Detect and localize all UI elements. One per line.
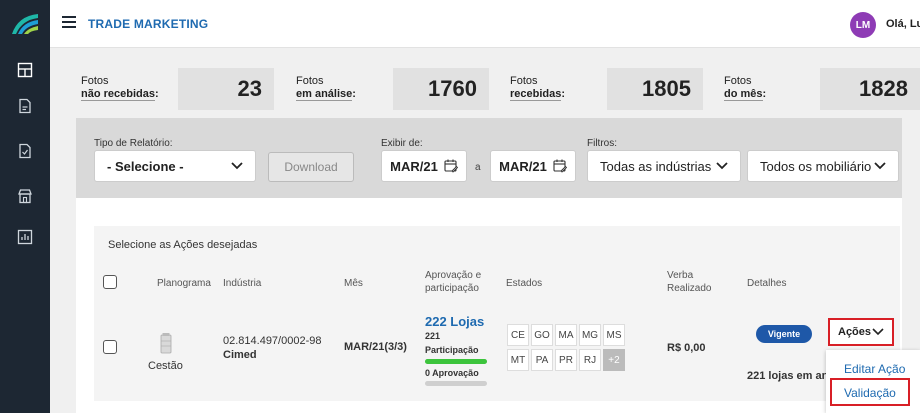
chevron-down-icon bbox=[874, 162, 886, 170]
state-chip: MG bbox=[579, 324, 601, 346]
chevron-down-icon bbox=[231, 162, 243, 170]
state-chip: GO bbox=[531, 324, 553, 346]
stat-value-nao-recebidas: 23 bbox=[178, 68, 274, 110]
user-greeting[interactable]: Olá, Lu bbox=[886, 18, 920, 30]
industry-select[interactable]: Todas as indústrias bbox=[587, 150, 741, 182]
report-type-value: - Selecione - bbox=[107, 158, 184, 174]
header-estados: Estados bbox=[506, 278, 543, 289]
state-chip: MA bbox=[555, 324, 577, 346]
document-nav-icon[interactable] bbox=[0, 91, 50, 121]
store-display-icon bbox=[160, 333, 172, 354]
state-chip: MS bbox=[603, 324, 625, 346]
header-verba: Verba Realizado bbox=[667, 270, 712, 294]
participacao-progress-fill bbox=[425, 359, 487, 364]
stat-value-em-analise: 1760 bbox=[393, 68, 489, 110]
industry-value: Todas as indústrias bbox=[600, 158, 712, 174]
menu-item-editar-acao[interactable]: Editar Ação bbox=[844, 362, 905, 376]
report-type-label: Tipo de Relatório: bbox=[94, 138, 173, 149]
top-header: TRADE MARKETING LM Olá, Lu bbox=[50, 0, 920, 48]
furniture-value: Todos os mobiliário bbox=[760, 158, 872, 174]
stat-label-do-mes: Fotos do mês: bbox=[724, 75, 767, 101]
download-button[interactable]: Download bbox=[268, 152, 354, 182]
state-chip: RJ bbox=[579, 349, 601, 371]
header-mes: Mês bbox=[344, 278, 363, 289]
aprovacao-progress-track bbox=[425, 381, 487, 386]
row-industria-nome: Cimed bbox=[223, 349, 257, 361]
row-lojas-link[interactable]: 222 Lojas bbox=[425, 314, 484, 329]
validacao-highlight bbox=[830, 378, 910, 406]
select-all-checkbox[interactable] bbox=[103, 275, 117, 289]
row-aprovacao-label: 0 Aprovação bbox=[425, 368, 479, 378]
date-from-value: MAR/21 bbox=[390, 158, 438, 174]
state-chip: CE bbox=[507, 324, 529, 346]
row-verba: R$ 0,00 bbox=[667, 342, 706, 354]
app-title: TRADE MARKETING bbox=[88, 17, 209, 31]
stat-label-em-analise: Fotos em análise: bbox=[296, 75, 356, 101]
state-chip: PR bbox=[555, 349, 577, 371]
chevron-down-icon bbox=[716, 162, 728, 170]
table-title: Selecione as Ações desejadas bbox=[108, 239, 258, 251]
date-to-picker[interactable]: MAR/21 bbox=[490, 150, 576, 182]
actions-dropdown-button[interactable]: Ações bbox=[828, 318, 894, 346]
stat-label-nao-recebidas: Fotos não recebidas: bbox=[81, 75, 159, 101]
row-mes: MAR/21(3/3) bbox=[344, 341, 407, 353]
avatar[interactable]: LM bbox=[850, 12, 876, 38]
actions-label: Ações bbox=[838, 326, 872, 338]
date-from-picker[interactable]: MAR/21 bbox=[381, 150, 467, 182]
filters-label: Filtros: bbox=[587, 138, 617, 149]
store-nav-icon[interactable] bbox=[0, 181, 50, 211]
sidebar bbox=[0, 0, 50, 413]
stat-value-recebidas: 1805 bbox=[607, 68, 703, 110]
chart-nav-icon[interactable] bbox=[0, 222, 50, 252]
header-industria: Indústria bbox=[223, 278, 262, 289]
menu-icon[interactable] bbox=[62, 16, 76, 28]
date-separator: a bbox=[475, 162, 481, 173]
report-nav-icon[interactable] bbox=[0, 136, 50, 166]
header-detalhes: Detalhes bbox=[747, 278, 787, 289]
header-planograma: Planograma bbox=[157, 278, 211, 289]
chevron-down-icon bbox=[872, 328, 884, 336]
states-more-button[interactable]: +2 bbox=[603, 349, 625, 371]
show-from-label: Exibir de: bbox=[381, 138, 423, 149]
row-checkbox[interactable] bbox=[103, 340, 117, 354]
status-badge: Vigente bbox=[756, 325, 812, 343]
header-aprovacao: Aprovação e participação bbox=[425, 270, 482, 294]
report-type-select[interactable]: - Selecione - bbox=[94, 150, 256, 182]
furniture-select[interactable]: Todos os mobiliário bbox=[747, 150, 899, 182]
state-chip: MT bbox=[507, 349, 529, 371]
calendar-edit-icon bbox=[553, 159, 567, 173]
row-planograma: Cestão bbox=[148, 360, 183, 372]
calendar-edit-icon bbox=[444, 159, 458, 173]
brand-logo-icon[interactable] bbox=[10, 10, 40, 36]
stat-value-do-mes: 1828 bbox=[820, 68, 920, 110]
row-participacao-count: 221 bbox=[425, 331, 441, 341]
date-to-value: MAR/21 bbox=[499, 158, 547, 174]
dashboard-nav-icon[interactable] bbox=[0, 55, 50, 85]
row-detalhe-text: 221 lojas em anál bbox=[747, 370, 838, 382]
participacao-progress-track bbox=[425, 359, 487, 364]
row-industria-cnpj: 02.814.497/0002-98 bbox=[223, 335, 322, 347]
stat-label-recebidas: Fotos recebidas: bbox=[510, 75, 566, 101]
state-chip: PA bbox=[531, 349, 553, 371]
row-participacao-label: Participação bbox=[425, 345, 479, 355]
